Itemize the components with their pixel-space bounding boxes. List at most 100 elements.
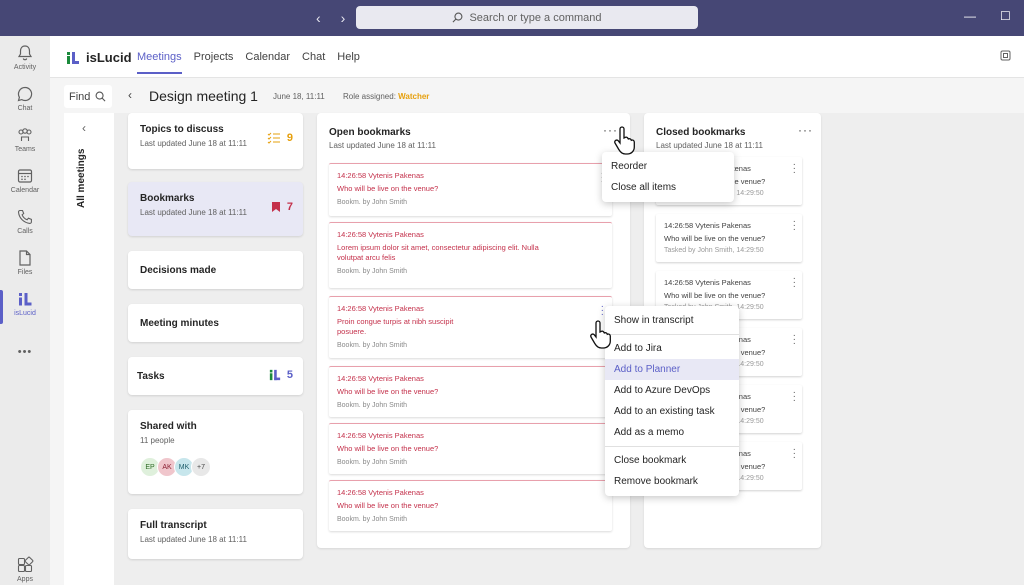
bookmark-author: Bookm. by John Smith xyxy=(337,268,408,276)
menu-item-close-all[interactable]: Close all items xyxy=(602,177,734,198)
title-bar: ‹ › Search or type a command — ☐ xyxy=(0,0,1024,36)
rail-label: Calendar xyxy=(10,187,40,194)
bookmark-item[interactable]: 14:26:58 Vytenis Pakenas Who will be liv… xyxy=(329,480,612,531)
card-full-transcript[interactable]: Full transcript Last updated June 18 at … xyxy=(128,509,303,559)
command-search-placeholder: Search or type a command xyxy=(469,11,602,24)
bookmark-text: Who will be live on the venue? xyxy=(337,387,439,396)
back-chevron-icon[interactable]: ‹ xyxy=(128,88,132,102)
closed-bookmark-item[interactable]: 14:26:58 Vytenis Pakenas Who will be liv… xyxy=(656,214,802,262)
menu-item-add-to-jira[interactable]: Add to Jira xyxy=(605,338,739,359)
nav-forward-button[interactable]: › xyxy=(341,10,354,26)
card-topics[interactable]: Topics to discuss Last updated June 18 a… xyxy=(128,113,303,169)
bookmark-item[interactable]: 14:26:58 Vytenis Pakenas Who will be liv… xyxy=(329,423,612,474)
menu-item-close-bookmark[interactable]: Close bookmark xyxy=(605,450,739,471)
bookmark-more-button[interactable]: ··· xyxy=(793,331,796,349)
meeting-date: June 18, 11:11 xyxy=(273,92,325,101)
rail-item-calendar[interactable]: Calendar xyxy=(0,167,50,194)
collapse-chevron-icon[interactable]: ‹ xyxy=(82,121,86,135)
tab-help[interactable]: Help xyxy=(337,51,360,74)
bookmark-item[interactable]: 14:26:58 Vytenis Pakenas Who will be liv… xyxy=(329,366,612,417)
rail-item-islucid[interactable]: isLucid xyxy=(0,290,50,317)
rail-label: Files xyxy=(17,269,33,276)
column-more-button[interactable]: ··· xyxy=(798,123,813,137)
card-bookmarks[interactable]: Bookmarks Last updated June 18 at 11:11 … xyxy=(128,182,303,236)
find-label: Find xyxy=(69,90,91,103)
bookmark-more-button[interactable]: ··· xyxy=(793,388,796,406)
all-meetings-label: All meetings xyxy=(76,148,87,208)
checklist-icon xyxy=(267,132,280,144)
islucid-logo-icon xyxy=(67,51,79,64)
islucid-icon xyxy=(269,369,281,381)
card-sub: Last updated June 18 at 11:11 xyxy=(140,208,247,217)
menu-item-add-to-planner[interactable]: Add to Planner xyxy=(605,359,739,380)
card-tasks[interactable]: Tasks 5 xyxy=(128,357,303,395)
bookmark-more-button[interactable]: ··· xyxy=(793,274,796,292)
rail-item-chat[interactable]: Chat xyxy=(0,85,50,112)
card-sub: 11 people xyxy=(140,436,175,445)
bookmark-author: Tasked by John Smith, 14:29:50 xyxy=(664,247,764,254)
minimize-button[interactable]: — xyxy=(964,9,976,23)
nav-back-button[interactable]: ‹ xyxy=(316,10,329,26)
rail-item-teams[interactable]: Teams xyxy=(0,126,50,153)
rail-label: Chat xyxy=(17,105,33,112)
bookmark-more-button[interactable]: ··· xyxy=(793,217,796,235)
tab-chat[interactable]: Chat xyxy=(302,51,325,74)
bookmark-speaker: 14:26:58 Vytenis Pakenas xyxy=(337,304,424,313)
bookmark-text: Proin congue turpis at nibh suscipit pos… xyxy=(337,317,454,337)
bookmark-speaker: 14:26:58 Vytenis Pakenas xyxy=(337,374,424,383)
role-assigned: Role assigned: Watcher xyxy=(343,92,429,101)
card-minutes[interactable]: Meeting minutes xyxy=(128,304,303,342)
card-title: Shared with xyxy=(140,421,197,432)
bookmark-item[interactable]: 14:26:58 Vytenis Pakenas Lorem ipsum dol… xyxy=(329,222,612,288)
popout-icon[interactable] xyxy=(1000,50,1011,64)
find-input[interactable]: Find xyxy=(64,85,112,108)
rail-label: Activity xyxy=(13,64,37,71)
menu-item-remove-bookmark[interactable]: Remove bookmark xyxy=(605,471,739,492)
bookmark-text: Who will be live on the venue? xyxy=(664,291,766,300)
rail-item-activity[interactable]: Activity xyxy=(0,44,50,71)
tab-meetings[interactable]: Meetings xyxy=(137,51,182,74)
rail-item-files[interactable]: Files xyxy=(0,249,50,276)
app-header: isLucid Meetings Projects Calendar Chat … xyxy=(50,36,1024,78)
menu-item-add-as-memo[interactable]: Add as a memo xyxy=(605,422,739,443)
rail-item-calls[interactable]: Calls xyxy=(0,208,50,235)
card-decisions[interactable]: Decisions made xyxy=(128,251,303,289)
card-count: 5 xyxy=(269,369,293,381)
card-shared-with[interactable]: Shared with 11 people EP AK MK +7 xyxy=(128,410,303,494)
card-sub: Last updated June 18 at 11:11 xyxy=(140,535,247,544)
bookmark-author: Bookm. by John Smith xyxy=(337,199,408,207)
nav-arrows: ‹ › xyxy=(316,10,353,26)
rail-label: Teams xyxy=(14,146,36,153)
maximize-button[interactable]: ☐ xyxy=(1000,9,1011,23)
hand-cursor-icon xyxy=(590,320,611,349)
bookmark-icon xyxy=(271,202,280,212)
menu-item-reorder[interactable]: Reorder xyxy=(602,156,734,177)
open-bookmarks-column: Open bookmarks Last updated June 18 at 1… xyxy=(317,113,630,548)
rail-item-apps[interactable]: Apps xyxy=(0,556,50,583)
tab-calendar[interactable]: Calendar xyxy=(245,51,290,74)
tab-projects[interactable]: Projects xyxy=(194,51,234,74)
menu-item-add-to-existing-task[interactable]: Add to an existing task xyxy=(605,401,739,422)
bookmark-more-button[interactable]: ··· xyxy=(793,160,796,178)
column-sub: Last updated June 18 at 11:11 xyxy=(656,141,763,150)
command-search-box[interactable]: Search or type a command xyxy=(356,6,698,29)
bookmark-item[interactable]: 14:26:58 Vytenis Pakenas Who will be liv… xyxy=(329,163,612,216)
column-context-menu: Reorder Close all items xyxy=(602,152,734,202)
rail-label: isLucid xyxy=(14,310,36,317)
search-icon xyxy=(452,12,463,23)
menu-item-add-to-azure-devops[interactable]: Add to Azure DevOps xyxy=(605,380,739,401)
card-title: Decisions made xyxy=(140,265,217,276)
bookmark-speaker: 14:26:58 Vytenis Pakenas xyxy=(337,171,424,180)
bookmark-speaker: 14:26:58 Vytenis Pakenas xyxy=(664,278,751,287)
rail-more-button[interactable]: ••• xyxy=(0,346,50,358)
role-label: Role assigned: xyxy=(343,92,396,101)
bookmark-item[interactable]: 14:26:58 Vytenis Pakenas Proin congue tu… xyxy=(329,296,612,358)
bookmark-more-button[interactable]: ··· xyxy=(793,445,796,463)
avatar-overflow[interactable]: +7 xyxy=(191,457,211,477)
bookmark-text: Who will be live on the venue? xyxy=(664,234,766,243)
bookmark-more-button[interactable]: ··· xyxy=(601,302,604,320)
topics-count: 9 xyxy=(286,132,293,144)
all-meetings-panel[interactable]: ‹ All meetings xyxy=(64,113,114,585)
column-title: Closed bookmarks xyxy=(656,127,746,138)
menu-item-show-in-transcript[interactable]: Show in transcript xyxy=(605,310,739,331)
